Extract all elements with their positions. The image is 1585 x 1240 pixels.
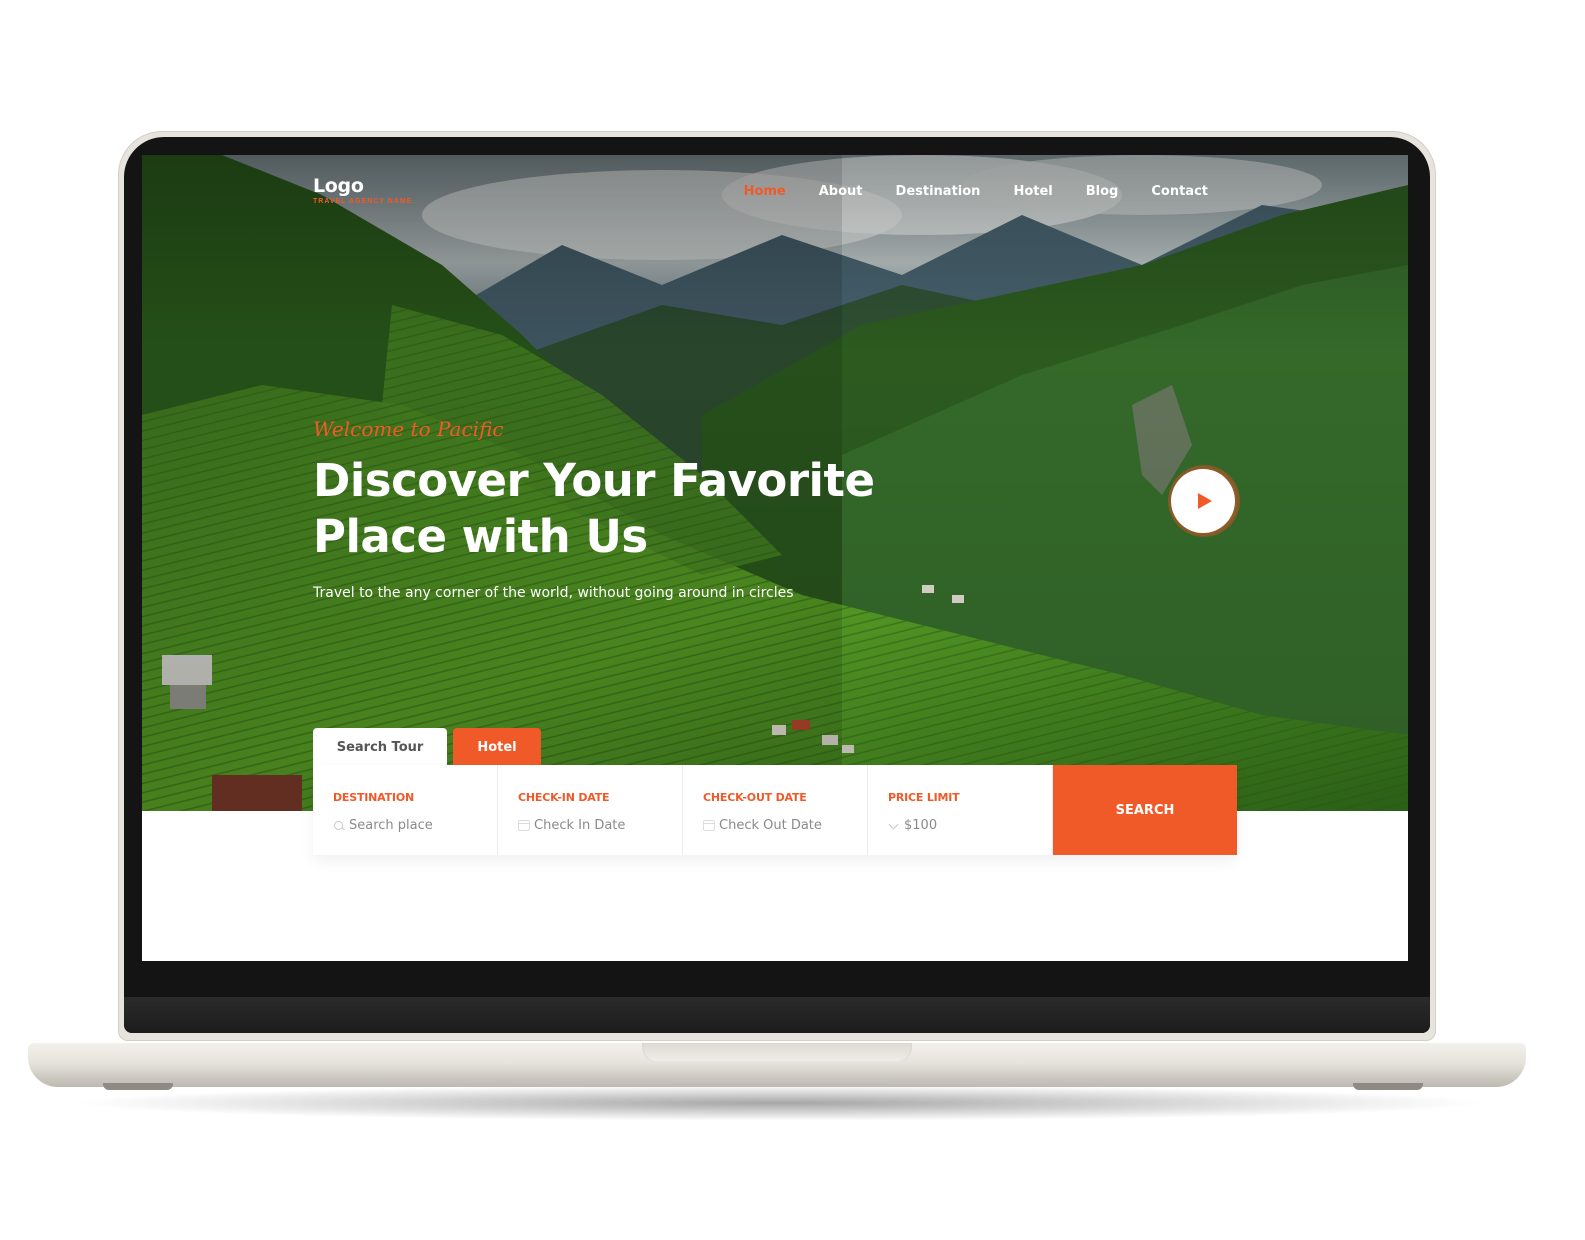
check-in-label: CHECK-IN DATE xyxy=(518,791,610,804)
price-limit-select[interactable]: $100 xyxy=(888,818,1052,833)
price-limit-label: PRICE LIMIT xyxy=(888,791,960,804)
hero-section: Logo TRAVEL AGENCY NAME Home About Desti… xyxy=(142,155,1408,811)
laptop-mockup: Logo TRAVEL AGENCY NAME Home About Desti… xyxy=(0,0,1585,1240)
laptop-foot xyxy=(103,1083,173,1090)
calendar-icon xyxy=(518,820,530,831)
hero-subtitle: Travel to the any corner of the world, w… xyxy=(313,585,794,601)
nav-about[interactable]: About xyxy=(819,184,863,199)
check-in-field[interactable]: CHECK-IN DATE Check In Date xyxy=(498,765,683,855)
search-button[interactable]: SEARCH xyxy=(1053,765,1237,855)
play-icon xyxy=(1198,493,1212,509)
nav-destination[interactable]: Destination xyxy=(896,184,981,199)
check-out-input[interactable]: Check Out Date xyxy=(703,818,867,833)
headline-line-2: Place with Us xyxy=(313,510,648,563)
logo-title: Logo xyxy=(313,175,364,197)
check-out-label: CHECK-OUT DATE xyxy=(703,791,807,804)
headline-line-1: Discover Your Favorite xyxy=(313,454,875,507)
calendar-icon xyxy=(703,820,715,831)
main-nav: Home About Destination Hotel Blog Contac… xyxy=(744,184,1208,199)
destination-placeholder: Search place xyxy=(349,818,433,833)
nav-home[interactable]: Home xyxy=(744,184,786,199)
nav-hotel[interactable]: Hotel xyxy=(1013,184,1052,199)
destination-field[interactable]: DESTINATION Search place xyxy=(313,765,498,855)
laptop-shadow xyxy=(70,1085,1490,1121)
welcome-text: Welcome to Pacific xyxy=(313,417,504,441)
search-icon xyxy=(333,820,345,832)
nav-blog[interactable]: Blog xyxy=(1086,184,1119,199)
booking-form: DESTINATION Search place CHECK-IN DATE C… xyxy=(313,765,1237,855)
check-in-input[interactable]: Check In Date xyxy=(518,818,682,833)
nav-contact[interactable]: Contact xyxy=(1151,184,1208,199)
check-out-placeholder: Check Out Date xyxy=(719,818,822,833)
laptop-foot xyxy=(1353,1083,1423,1090)
check-out-field[interactable]: CHECK-OUT DATE Check Out Date xyxy=(683,765,868,855)
logo-tagline: TRAVEL AGENCY NAME xyxy=(313,198,413,205)
hero-headline: Discover Your Favorite Place with Us xyxy=(313,453,933,565)
price-limit-field[interactable]: PRICE LIMIT $100 xyxy=(868,765,1053,855)
tab-search-tour[interactable]: Search Tour xyxy=(313,728,447,766)
price-limit-value: $100 xyxy=(904,818,938,833)
laptop-chin xyxy=(124,997,1430,1033)
website-screen: Logo TRAVEL AGENCY NAME Home About Desti… xyxy=(142,155,1408,961)
check-in-placeholder: Check In Date xyxy=(534,818,626,833)
site-logo[interactable]: Logo TRAVEL AGENCY NAME xyxy=(313,175,412,205)
destination-input[interactable]: Search place xyxy=(333,818,497,833)
tab-hotel[interactable]: Hotel xyxy=(453,728,541,766)
chevron-down-icon xyxy=(888,820,900,832)
play-video-button[interactable] xyxy=(1171,469,1235,533)
laptop-notch xyxy=(642,1043,912,1063)
destination-label: DESTINATION xyxy=(333,791,414,804)
